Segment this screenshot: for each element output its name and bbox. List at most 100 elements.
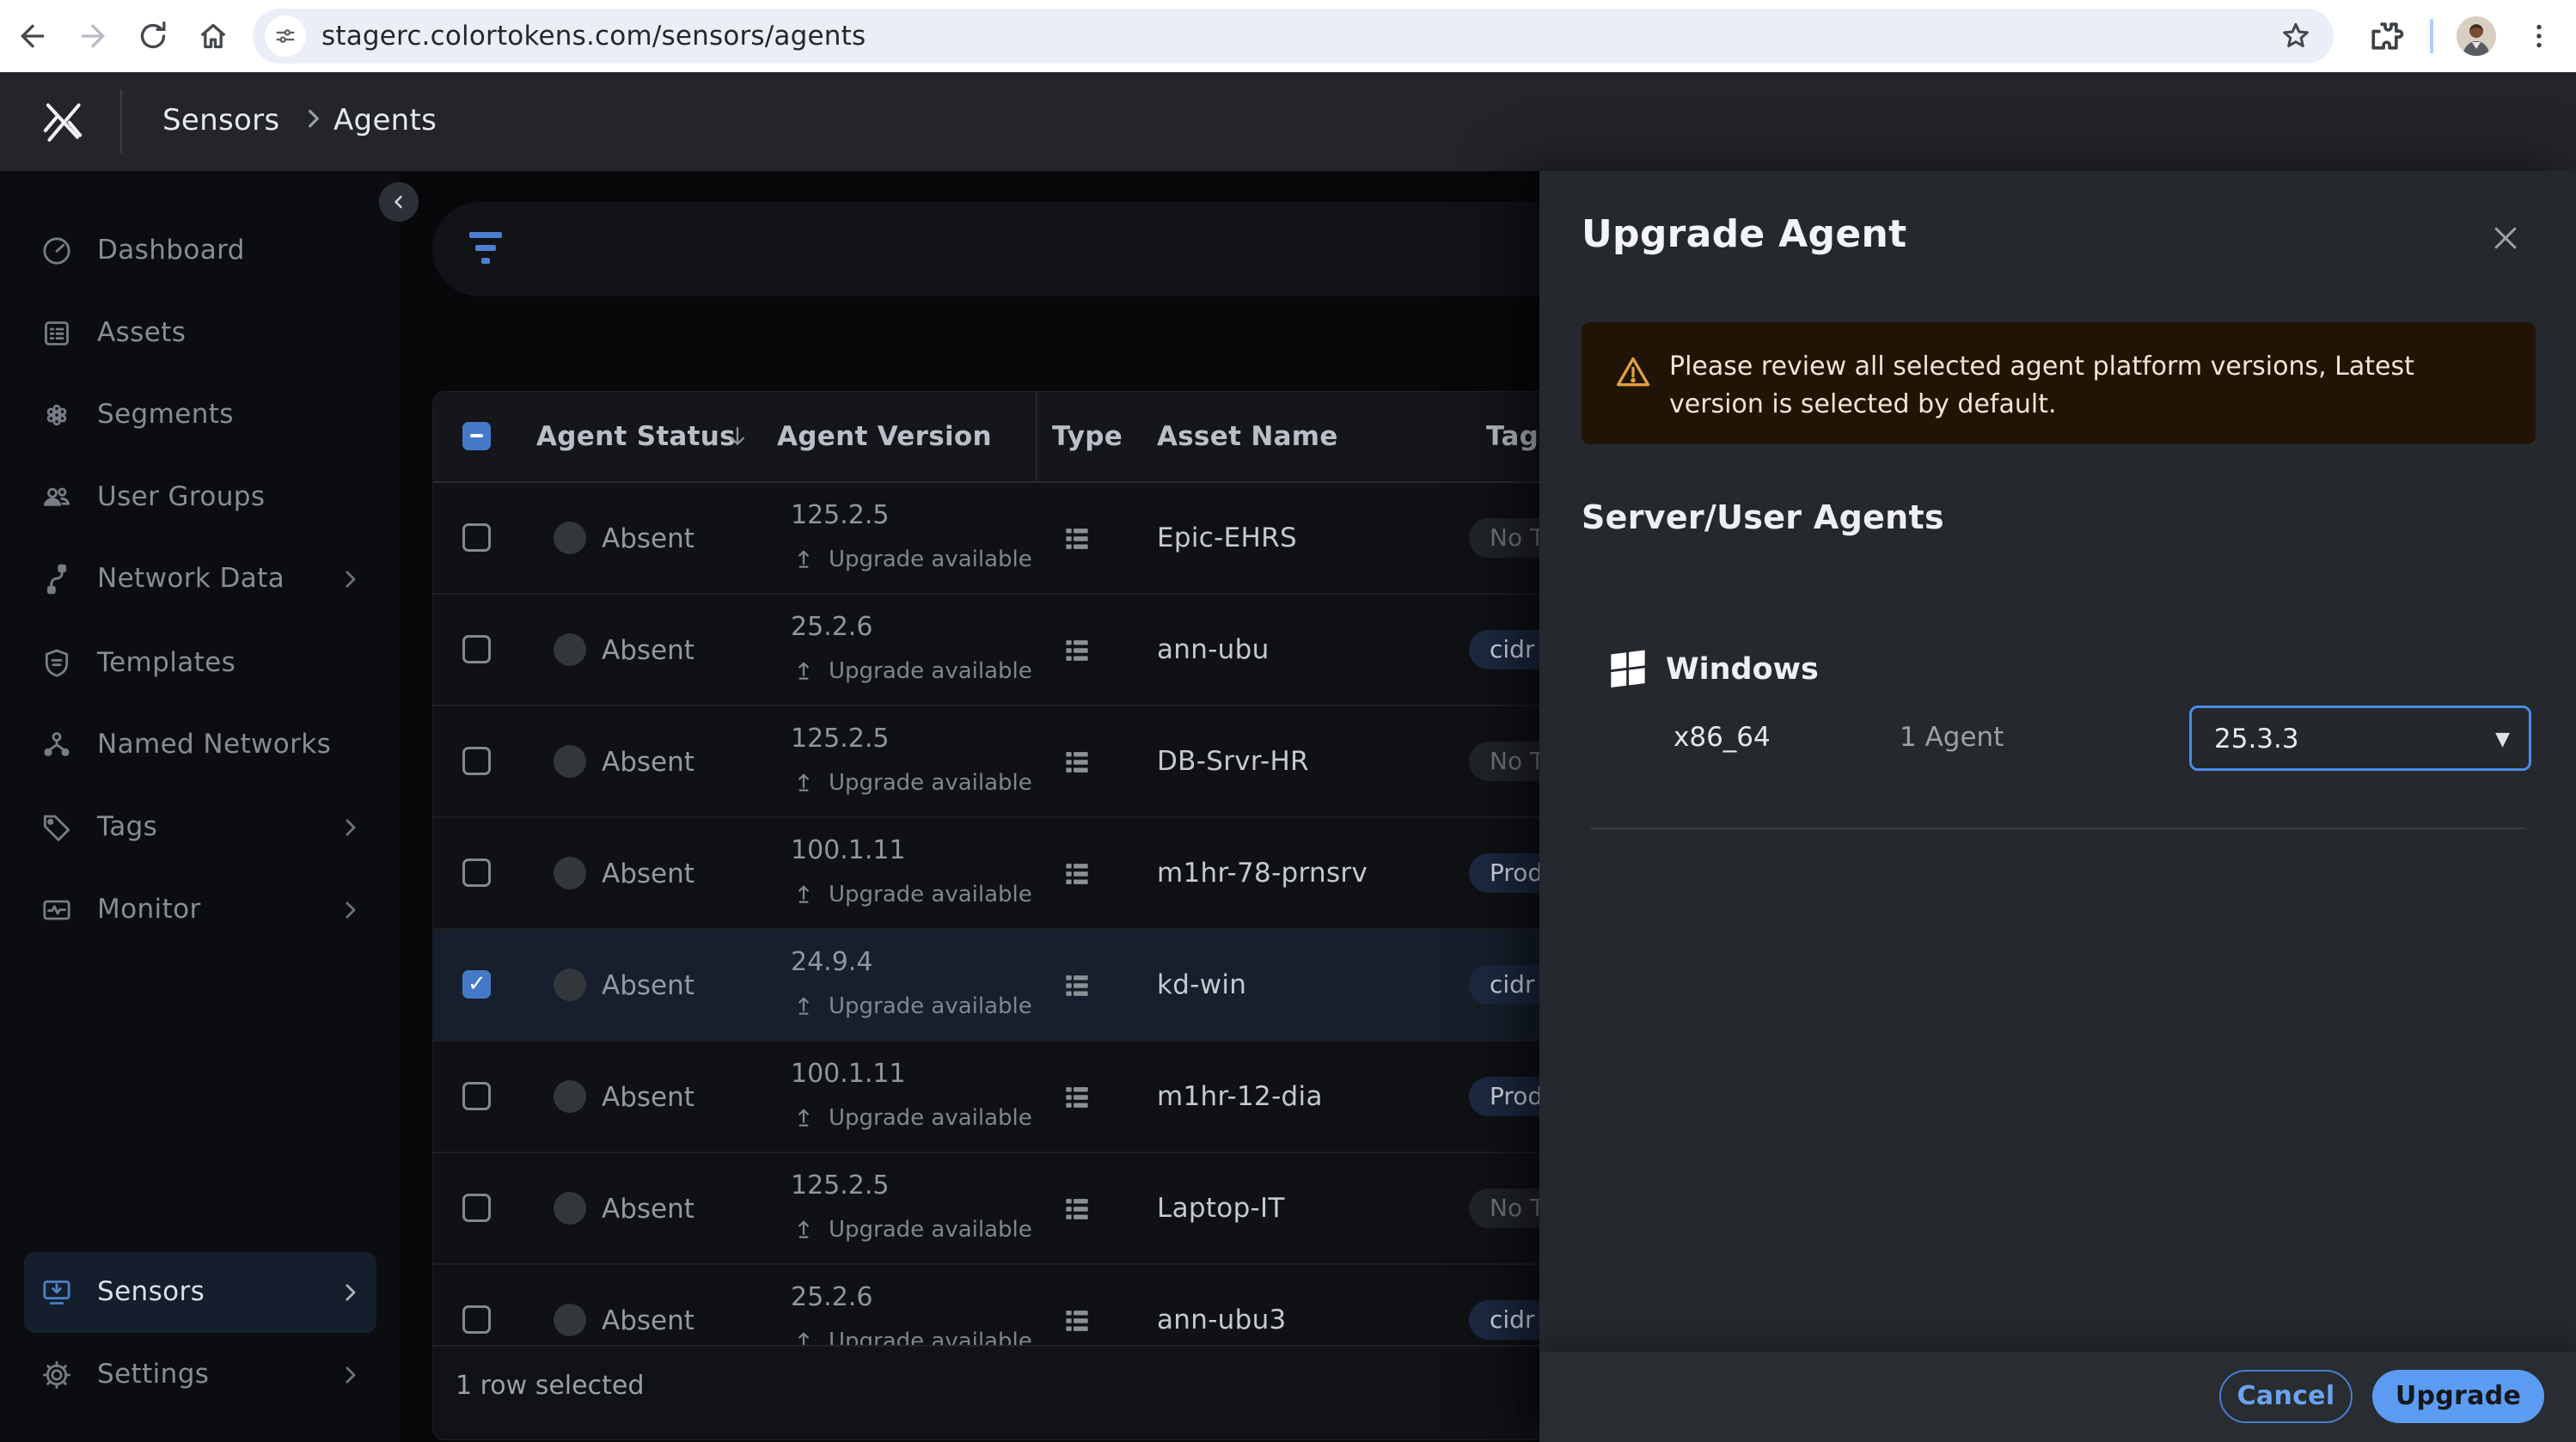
- upgrade-button[interactable]: Upgrade: [2372, 1370, 2544, 1423]
- agent-status: Absent: [602, 1194, 694, 1225]
- row-checkbox[interactable]: [462, 635, 491, 663]
- status-dot-icon: [554, 1192, 586, 1225]
- breadcrumb-sensors[interactable]: Sensors: [162, 103, 279, 137]
- table-row[interactable]: Absent 24.9.4 Upgrade available kd-win c…: [433, 930, 1722, 1042]
- sidebar-item-label: Tags: [97, 811, 157, 842]
- agent-status: Absent: [602, 1082, 694, 1113]
- sidebar-item-network-data[interactable]: Network Data: [0, 539, 400, 620]
- table-row[interactable]: Absent 100.1.11 Upgrade available m1hr-1…: [433, 1042, 1722, 1153]
- sensors-icon: [40, 1275, 74, 1310]
- sidebar-item-templates[interactable]: Templates: [0, 623, 400, 704]
- sidebar-item-named-networks[interactable]: Named Networks: [0, 705, 400, 785]
- bookmark-star-icon[interactable]: [2279, 19, 2313, 53]
- templates-icon: [40, 646, 74, 681]
- table-row[interactable]: Absent 125.2.5 Upgrade available DB-Srvr…: [433, 706, 1722, 818]
- profile-avatar[interactable]: [2457, 16, 2496, 56]
- sidebar-item-assets[interactable]: Assets: [0, 293, 400, 374]
- drawer-title: Upgrade Agent: [1582, 212, 1906, 256]
- col-agent-version[interactable]: Agent Version: [777, 421, 992, 452]
- row-checkbox[interactable]: [462, 1082, 491, 1110]
- sidebar-item-monitor[interactable]: Monitor: [0, 870, 400, 950]
- upgrade-arrow-icon: [791, 657, 817, 682]
- segments-icon: [40, 398, 74, 432]
- close-icon[interactable]: [2488, 221, 2523, 255]
- upgrade-arrow-icon: [791, 768, 817, 794]
- row-checkbox[interactable]: [462, 970, 491, 999]
- sidebar-item-label: Segments: [97, 399, 234, 430]
- reload-icon[interactable]: [136, 19, 170, 53]
- table-footer: 1 row selected: [433, 1345, 1722, 1439]
- table-row[interactable]: Absent 125.2.5 Upgrade available Laptop-…: [433, 1153, 1722, 1265]
- sidebar-item-label: Settings: [97, 1359, 209, 1390]
- server-type-icon: [1061, 969, 1093, 1002]
- asset-name: ann-ubu3: [1157, 1305, 1287, 1335]
- table-rows: Absent 125.2.5 Upgrade available Epic-EH…: [433, 483, 1722, 1439]
- server-type-icon: [1061, 746, 1093, 779]
- url-bar[interactable]: stagerc.colortokens.com/sensors/agents: [253, 9, 2334, 64]
- browser-toolbar: stagerc.colortokens.com/sensors/agents: [0, 0, 2576, 72]
- version-dropdown[interactable]: 25.3.3 ▼: [2189, 706, 2531, 771]
- sidebar-item-sensors[interactable]: Sensors: [24, 1252, 376, 1333]
- network-data-icon: [40, 562, 74, 596]
- select-all-checkbox[interactable]: [462, 422, 491, 450]
- upgrade-arrow-icon: [791, 1215, 817, 1241]
- dashboard-icon: [40, 234, 74, 268]
- chevron-right-icon: [337, 1362, 363, 1388]
- asset-name: kd-win: [1157, 969, 1246, 1000]
- chevron-right-icon: [337, 815, 363, 840]
- browser-menu-icon[interactable]: [2524, 17, 2555, 55]
- agent-version: 100.1.11: [791, 835, 906, 865]
- table-row[interactable]: Absent 125.2.5 Upgrade available Epic-EH…: [433, 483, 1722, 595]
- status-dot-icon: [554, 857, 586, 889]
- asset-name: m1hr-78-prnsrv: [1157, 858, 1368, 889]
- col-asset-name[interactable]: Asset Name: [1157, 421, 1338, 452]
- row-checkbox[interactable]: [462, 858, 491, 887]
- back-icon[interactable]: [15, 19, 50, 53]
- upgrade-arrow-icon: [791, 545, 817, 571]
- chevron-right-icon: [337, 897, 363, 923]
- sidebar-collapse-button[interactable]: [379, 182, 419, 222]
- agent-status: Absent: [602, 635, 694, 666]
- sidebar-item-tags[interactable]: Tags: [0, 787, 400, 868]
- agent-status: Absent: [602, 747, 694, 778]
- row-checkbox[interactable]: [462, 523, 491, 552]
- extensions-icon[interactable]: [2366, 17, 2404, 55]
- colortokens-logo[interactable]: [36, 95, 89, 148]
- home-icon[interactable]: [196, 19, 230, 53]
- row-checkbox[interactable]: [462, 747, 491, 775]
- breadcrumb-chevron-icon: [299, 105, 327, 132]
- forward-icon[interactable]: [76, 19, 110, 53]
- upgrade-arrow-icon: [791, 992, 817, 1017]
- sidebar-item-label: Sensors: [97, 1276, 205, 1307]
- column-divider: [1036, 392, 1037, 481]
- agent-status: Absent: [602, 1305, 694, 1336]
- table-row[interactable]: Absent 100.1.11 Upgrade available m1hr-7…: [433, 818, 1722, 930]
- chevron-down-icon: ▼: [2495, 729, 2510, 750]
- tags-icon: [40, 810, 74, 845]
- assets-icon: [40, 316, 74, 351]
- sidebar-item-user-groups[interactable]: User Groups: [0, 457, 400, 538]
- asset-name: Epic-EHRS: [1157, 522, 1297, 553]
- sort-desc-icon[interactable]: [724, 423, 751, 450]
- row-checkbox[interactable]: [462, 1305, 491, 1334]
- agent-version: 25.2.6: [791, 612, 872, 642]
- filter-icon[interactable]: [467, 230, 505, 268]
- asset-name: ann-ubu: [1157, 634, 1270, 665]
- named-networks-icon: [40, 728, 74, 762]
- row-checkbox[interactable]: [462, 1194, 491, 1222]
- table-header: Agent Status Agent Version Type Asset Na…: [433, 392, 1722, 483]
- site-info-icon[interactable]: [265, 15, 306, 57]
- col-agent-status[interactable]: Agent Status: [536, 421, 736, 452]
- sidebar-item-settings[interactable]: Settings: [0, 1335, 400, 1415]
- url-text[interactable]: stagerc.colortokens.com/sensors/agents: [321, 21, 866, 52]
- status-dot-icon: [554, 1304, 586, 1336]
- agent-version: 125.2.5: [791, 500, 890, 530]
- breadcrumb-agents: Agents: [333, 103, 437, 137]
- sidebar-item-dashboard[interactable]: Dashboard: [0, 211, 400, 291]
- cancel-button[interactable]: Cancel: [2219, 1370, 2353, 1423]
- table-row[interactable]: Absent 25.2.6 Upgrade available ann-ubu …: [433, 595, 1722, 706]
- section-divider: [1591, 828, 2524, 829]
- sidebar-item-segments[interactable]: Segments: [0, 375, 400, 455]
- sidebar-item-label: Assets: [97, 317, 186, 348]
- col-type[interactable]: Type: [1052, 421, 1123, 452]
